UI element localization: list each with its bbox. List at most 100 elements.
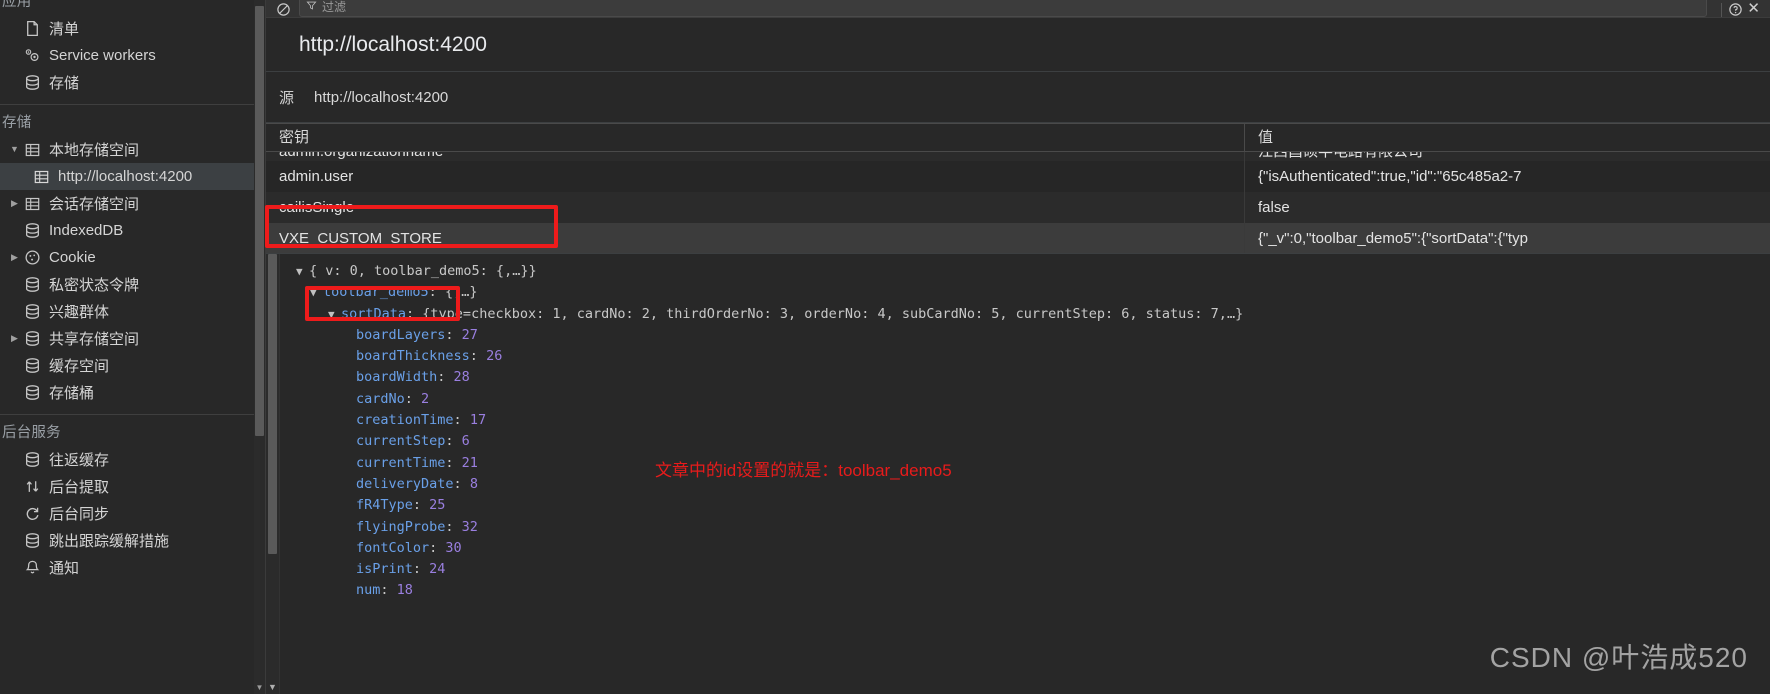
json-property-row[interactable]: isPrint: 24 <box>294 559 1770 580</box>
json-sortdata-value: {type=checkbox: 1, cardNo: 2, thirdOrder… <box>422 305 1244 322</box>
database-icon <box>21 222 43 239</box>
json-property-row[interactable]: currentStep: 6 <box>294 431 1770 452</box>
json-tree: ▼{ v: 0, toolbar_demo5: {,…}} ▼ toolbar_d… <box>280 254 1770 694</box>
table-body: admin.organizationname 江西昌硕半电路有限公司 admin… <box>266 152 1770 253</box>
chevron-right-icon[interactable]: ▶ <box>8 334 21 343</box>
scroll-down-arrow-icon[interactable]: ▼ <box>254 682 265 694</box>
sidebar-item-service-workers[interactable]: Service workers <box>0 42 265 69</box>
help-circle-icon[interactable] <box>1728 2 1743 17</box>
sidebar-scrollbar[interactable]: ▼ <box>254 0 265 694</box>
json-property-row[interactable]: boardWidth: 28 <box>294 367 1770 388</box>
json-property-value: 27 <box>461 326 478 343</box>
storage-toolbar: 过滤 ✕ <box>266 0 1770 18</box>
json-colon: : <box>428 284 445 301</box>
json-property-key: fontColor <box>356 539 430 556</box>
database-icon <box>21 451 43 468</box>
bell-icon <box>21 559 43 576</box>
sidebar-item-label: 本地存储空间 <box>49 142 140 159</box>
page-title: http://localhost:4200 <box>266 18 1770 72</box>
json-property-value: 32 <box>461 518 478 535</box>
sidebar-item-session-storage[interactable]: ▶ 会话存储空间 <box>0 190 265 217</box>
sidebar-item-back-forward-cache[interactable]: 往返缓存 <box>0 446 265 473</box>
json-tree-sortdata-row[interactable]: ▼ sortData: {type=checkbox: 1, cardNo: 2,… <box>294 304 1770 325</box>
chevron-right-icon[interactable]: ▶ <box>8 199 21 208</box>
sidebar-item-notifications[interactable]: 通知 <box>0 554 265 581</box>
sidebar-section-title-background-services: 后台服务 <box>2 425 61 441</box>
json-property-row[interactable]: cardNo: 2 <box>294 389 1770 410</box>
sidebar-background-list: 往返缓存 后台提取 后台同步 跳出跟踪缓解措施 通知 <box>0 446 265 581</box>
origin-label: 源 <box>279 89 295 107</box>
json-tree-node-row[interactable]: ▼ toolbar_demo5: {,…} <box>294 282 1770 303</box>
sidebar-item-local-storage[interactable]: ▼ 本地存储空间 <box>0 136 265 163</box>
sidebar-item-indexeddb[interactable]: IndexedDB <box>0 217 265 244</box>
sidebar-item-cookie[interactable]: ▶ Cookie <box>0 244 265 271</box>
clear-forbidden-icon[interactable] <box>276 2 291 17</box>
chevron-down-icon[interactable]: ▼ <box>296 261 309 282</box>
json-property-row[interactable]: fontColor: 30 <box>294 538 1770 559</box>
sidebar-item-label: Cookie <box>49 249 96 266</box>
json-property-value: 2 <box>421 390 430 407</box>
filter-input[interactable]: 过滤 <box>299 0 1708 17</box>
table-row-selected[interactable]: VXE_CUSTOM_STORE {"_v":0,"toolbar_demo5"… <box>266 223 1770 253</box>
chevron-down-icon[interactable]: ▼ <box>310 282 323 303</box>
sync-icon <box>21 505 43 522</box>
json-property-row[interactable]: creationTime: 17 <box>294 410 1770 431</box>
gears-icon <box>21 47 43 64</box>
json-property-row[interactable]: flyingProbe: 32 <box>294 517 1770 538</box>
json-sortdata-key: sortData <box>341 305 407 322</box>
json-property-key: flyingProbe <box>356 518 446 535</box>
sidebar-item-cache-storage[interactable]: 缓存空间 <box>0 352 265 379</box>
value-preview-pane: ▼ ▼{ v: 0, toolbar_demo5: {,…}} ▼ toolbar… <box>266 254 1770 694</box>
sidebar-item-label: 通知 <box>49 560 80 577</box>
json-property-row[interactable]: boardThickness: 26 <box>294 346 1770 367</box>
sidebar-item-interest-groups[interactable]: 兴趣群体 <box>0 298 265 325</box>
sidebar-item-label: 跳出跟踪缓解措施 <box>49 533 170 550</box>
json-property-key: currentStep <box>356 433 446 450</box>
json-tree-root-row[interactable]: ▼{ v: 0, toolbar_demo5: {,…}} <box>294 261 1770 282</box>
json-property-key: boardThickness <box>356 348 470 365</box>
json-property-row[interactable]: boardLayers: 27 <box>294 325 1770 346</box>
database-icon <box>21 384 43 401</box>
close-icon[interactable]: ✕ <box>1743 0 1764 17</box>
sidebar-item-storage-buckets[interactable]: 存储桶 <box>0 379 265 406</box>
database-icon <box>21 532 43 549</box>
sidebar-item-private-state-tokens[interactable]: 私密状态令牌 <box>0 271 265 298</box>
column-header-value[interactable]: 值 <box>1245 124 1770 151</box>
database-icon <box>21 276 43 293</box>
json-property-row[interactable]: deliveryDate: 8 <box>294 474 1770 495</box>
chevron-down-icon[interactable]: ▼ <box>8 145 21 154</box>
table-row[interactable]: cailisSingle false <box>266 192 1770 223</box>
arrows-updown-icon <box>21 478 43 495</box>
preview-scrollbar-thumb[interactable] <box>268 254 277 554</box>
scroll-down-arrow-icon[interactable]: ▼ <box>266 681 279 694</box>
json-property-row[interactable]: fR4Type: 25 <box>294 495 1770 516</box>
sidebar-divider-2 <box>0 414 265 415</box>
json-colon: : <box>406 305 423 322</box>
json-property-row[interactable]: num: 18 <box>294 580 1770 601</box>
json-property-value: 26 <box>486 348 503 365</box>
sidebar-item-localhost-4200[interactable]: http://localhost:4200 <box>0 163 265 190</box>
chevron-down-icon[interactable]: ▼ <box>328 304 341 325</box>
sidebar-item-bounce-tracking-mitigations[interactable]: 跳出跟踪缓解措施 <box>0 527 265 554</box>
sidebar-item-manifest[interactable]: 清单 <box>0 15 265 42</box>
sidebar-item-shared-storage[interactable]: ▶ 共享存储空间 <box>0 325 265 352</box>
sidebar-item-label: 清单 <box>49 21 80 38</box>
column-header-key[interactable]: 密钥 <box>266 124 1245 151</box>
sidebar-storage-list: ▼ 本地存储空间 http://localhost:4200 ▶ 会话存储空间 <box>0 136 265 406</box>
chevron-right-icon[interactable]: ▶ <box>8 253 21 262</box>
sidebar-item-label: 后台同步 <box>49 506 110 523</box>
json-property-value: 6 <box>461 433 470 450</box>
json-property-row[interactable]: currentTime: 21 <box>294 453 1770 474</box>
sidebar-item-label: http://localhost:4200 <box>58 168 193 185</box>
filter-icon <box>306 0 317 14</box>
json-property-value: 21 <box>461 454 478 471</box>
table-row[interactable]: admin.organizationname 江西昌硕半电路有限公司 <box>266 152 1770 167</box>
sidebar-item-background-fetch[interactable]: 后台提取 <box>0 473 265 500</box>
sidebar-item-storage[interactable]: 存储 <box>0 69 265 96</box>
json-property-key: deliveryDate <box>356 475 454 492</box>
preview-scrollbar[interactable]: ▼ <box>266 254 280 694</box>
table-row[interactable]: admin.user {"isAuthenticated":true,"id":… <box>266 161 1770 192</box>
sidebar-scrollbar-thumb[interactable] <box>255 6 264 436</box>
sidebar-item-background-sync[interactable]: 后台同步 <box>0 500 265 527</box>
database-icon <box>21 303 43 320</box>
